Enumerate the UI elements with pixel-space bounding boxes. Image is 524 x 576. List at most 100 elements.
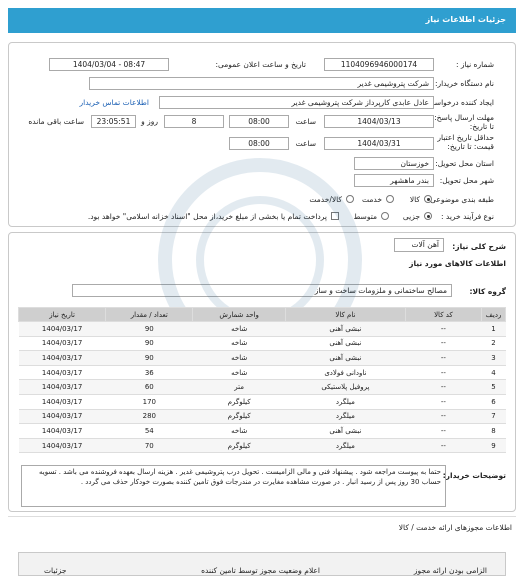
announce-date-label: تاریخ و ساعت اعلان عمومی: [215,60,306,69]
cell-unit: متر [192,379,286,395]
cell-date: 1404/03/17 [18,423,106,439]
need-number-label: شماره نیاز : [455,60,494,69]
remaining-time-label: ساعت باقی مانده [28,117,84,126]
cell-qty: 70 [105,438,193,454]
announce-date-field: 1404/03/04 - 08:47 [49,58,169,71]
cell-unit: شاخه [192,336,286,352]
cell-date: 1404/03/17 [18,438,106,454]
goods-info-title: اطلاعات کالاهای مورد نیاز [409,259,506,268]
cell-qty: 280 [105,409,193,425]
cell-unit: کیلوگرم [192,409,286,425]
cell-unit: شاخه [192,365,286,381]
permits-col-details: جزئیات [44,566,67,575]
remaining-time-field: 23:05:51 [91,115,136,128]
page-title: جزئیات اطلاعات نیاز [425,15,506,24]
summary-value: آهن آلات [394,238,444,252]
days-field: 8 [164,115,224,128]
province-field: خوزستان [354,157,434,170]
creator-label: ایجاد کننده درخواست: [424,98,494,107]
permits-col-status: اعلام وضعیت مجوز توسط تامین کننده [201,566,320,575]
col-header-unit: واحد شمارش [192,307,286,322]
notes-label: توضیحات خریدار: [442,471,506,480]
notes-text: حتما به پیوست مراجعه شود . پیشنهاد فنی و… [21,465,446,507]
validity-label: حداقل تاریخ اعتبار قیمت: تا تاریخ: [437,133,494,151]
page-header: جزئیات اطلاعات نیاز [8,8,516,33]
category-goods-label: کالا [409,195,420,204]
process-label: نوع فرآیند خرید : [440,212,494,221]
cell-code: -- [405,394,482,410]
process-minor-radio[interactable] [424,212,432,220]
category-both-radio[interactable] [346,195,354,203]
cell-qty: 90 [105,321,193,337]
cell-qty: 90 [105,350,193,366]
cell-date: 1404/03/17 [18,379,106,395]
cell-name: نبشی آهنی [285,321,406,337]
cell-row-num: 8 [481,423,506,439]
cell-row-num: 3 [481,350,506,366]
cell-code: -- [405,438,482,454]
days-label: روز و [141,117,158,126]
category-service-radio[interactable] [386,195,394,203]
table-row: 7 -- میلگرد کیلوگرم 280 1404/03/17 [18,409,506,425]
col-header-row-num: ردیف [481,307,506,322]
validity-time-field: 08:00 [229,137,289,150]
cell-row-num: 7 [481,409,506,425]
cell-name: ناودانی فولادی [285,365,406,381]
cell-row-num: 5 [481,379,506,395]
category-goods-radio[interactable] [424,195,432,203]
table-header-row: ردیف کد کالا نام کالا واحد شمارش تعداد /… [17,307,506,322]
treasury-payment-note: پرداخت تمام یا بخشی از مبلغ خرید،از محل … [87,212,327,221]
cell-code: -- [405,336,482,352]
col-header-name: نام کالا [284,307,406,322]
cell-name: نبشی آهنی [285,336,406,352]
cell-row-num: 2 [481,336,506,352]
cell-qty: 60 [105,379,193,395]
validity-time-label: ساعت [295,139,316,148]
cell-date: 1404/03/17 [18,365,106,381]
cell-code: -- [405,350,482,366]
buyer-name-field: شرکت پتروشیمی غدیر [89,77,434,90]
cell-name: میلگرد [285,409,406,425]
city-field: بندر ماهشهر [354,174,434,187]
permits-title: اطلاعات مجوزهای ارائه خدمت / کالا [398,523,512,532]
cell-unit: کیلوگرم [192,438,286,454]
goods-table: ردیف کد کالا نام کالا واحد شمارش تعداد /… [17,307,506,454]
treasury-payment-checkbox[interactable] [331,212,339,220]
deadline-time-label: ساعت [295,117,316,126]
permits-table: الزامی بودن ارائه مجوز اعلام وضعیت مجوز … [18,552,506,576]
group-label: گروه کالا: [469,287,507,296]
cell-name: میلگرد [285,438,406,454]
cell-qty: 54 [105,423,193,439]
cell-row-num: 4 [481,365,506,381]
cell-code: -- [405,321,482,337]
cell-name: نبشی آهنی [285,350,406,366]
table-row: 6 -- میلگرد کیلوگرم 170 1404/03/17 [18,394,506,410]
cell-date: 1404/03/17 [18,409,106,425]
deadline-date-field: 1404/03/13 [324,115,434,128]
table-row: 1 -- نبشی آهنی شاخه 90 1404/03/17 [18,321,506,337]
cell-name: پروفیل پلاستیکی [285,379,406,395]
province-label: استان محل تحویل: [435,159,494,168]
col-header-qty: تعداد / مقدار [105,307,194,322]
buyer-contact-link[interactable]: اطلاعات تماس خریدار [80,98,150,107]
cell-code: -- [405,409,482,425]
cell-code: -- [405,365,482,381]
cell-unit: شاخه [192,350,286,366]
need-number-field: 1104096946000174 [324,58,434,71]
process-minor-label: جزیی [402,212,420,221]
process-medium-radio[interactable] [381,212,389,220]
deadline-label: مهلت ارسال پاسخ: تا تاریخ: [434,113,494,131]
cell-code: -- [405,423,482,439]
validity-date-field: 1404/03/31 [324,137,434,150]
cell-unit: کیلوگرم [192,394,286,410]
cell-date: 1404/03/17 [18,350,106,366]
table-row: 4 -- ناودانی فولادی شاخه 36 1404/03/17 [18,365,506,381]
cell-qty: 170 [105,394,193,410]
col-header-date: تاریخ نیاز [17,307,107,322]
cell-code: -- [405,379,482,395]
table-row: 9 -- میلگرد کیلوگرم 70 1404/03/17 [18,438,506,454]
table-row: 3 -- نبشی آهنی شاخه 90 1404/03/17 [18,350,506,366]
cell-row-num: 6 [481,394,506,410]
category-service-label: خدمت [362,195,382,204]
cell-qty: 90 [105,336,193,352]
